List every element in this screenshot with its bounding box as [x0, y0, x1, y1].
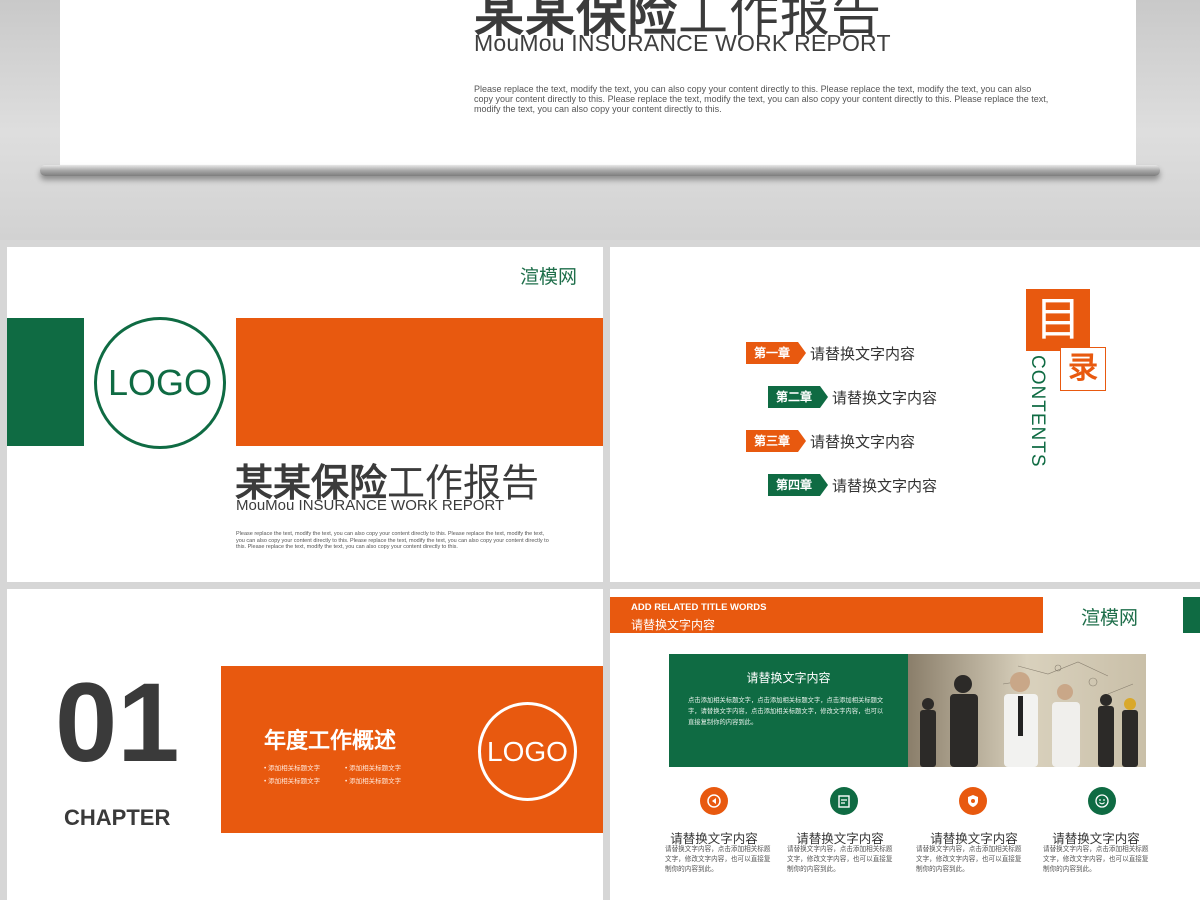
brand-label: 渲模网	[520, 267, 578, 288]
bullet-text: 添加相关标题文字	[268, 778, 321, 785]
content-header-cn: 请替换文字内容	[631, 618, 716, 632]
toc-item-2[interactable]: 请替换文字内容	[832, 387, 937, 408]
hero-stand-bar	[40, 165, 1160, 176]
toc-chip-4[interactable]: 第四章	[768, 474, 828, 496]
feature-desc-1: 请替换文字内容，点击添加相关标题文字，修改文字内容，也可以直接复制你的内容到此。	[665, 846, 771, 873]
toc-chip-1[interactable]: 第一章	[746, 342, 806, 364]
chapter-bullet-1: • 添加相关标题文字	[264, 765, 321, 772]
hero-body-text: Please replace the text, modify the text…	[474, 84, 1049, 114]
panel-body: 点击添加相关标题文字，点击添加相关标题文字，点击添加相关标题文字，请替换文字内容…	[688, 697, 884, 726]
chapter-bullet-4: • 添加相关标题文字	[345, 778, 402, 785]
toc-contents-label: CONTENTS	[1027, 355, 1048, 468]
toc-chip-2[interactable]: 第二章	[768, 386, 828, 408]
business-team-photo	[908, 654, 1146, 767]
hero-preview: 某某保险工作报告 MouMou INSURANCE WORK REPORT Pl…	[0, 0, 1200, 240]
toc-item-4[interactable]: 请替换文字内容	[832, 475, 937, 496]
bullet-text: 添加相关标题文字	[349, 778, 402, 785]
bullet-text: 添加相关标题文字	[349, 765, 402, 772]
brand-label: 渲模网	[1081, 608, 1139, 629]
chapter-number: 01	[55, 660, 180, 785]
logo-text: LOGO	[487, 735, 568, 767]
panel-title: 请替换文字内容	[746, 671, 831, 685]
cover-subtitle: MouMou INSURANCE WORK REPORT	[236, 497, 505, 514]
logo-text: LOGO	[107, 362, 213, 403]
green-tab	[1183, 597, 1200, 633]
green-block	[7, 318, 84, 446]
feature-desc-2: 请替换文字内容，点击添加相关标题文字，修改文字内容，也可以直接复制你的内容到此。	[787, 846, 893, 873]
toc-item-3[interactable]: 请替换文字内容	[810, 431, 915, 452]
bullet-text: 添加相关标题文字	[268, 765, 321, 772]
clipboard-icon	[830, 787, 858, 815]
feature-desc-3: 请替换文字内容，点击添加相关标题文字，修改文字内容，也可以直接复制你的内容到此。	[916, 846, 1022, 873]
target-icon	[700, 787, 728, 815]
toc-chip-3[interactable]: 第三章	[746, 430, 806, 452]
feature-desc-4: 请替换文字内容，点击添加相关标题文字，修改文字内容，也可以直接复制你的内容到此。	[1043, 846, 1149, 873]
chapter-bullet-3: • 添加相关标题文字	[264, 778, 321, 785]
cover-body-text: Please replace the text, modify the text…	[236, 531, 549, 550]
chapter-bullet-2: • 添加相关标题文字	[345, 765, 402, 772]
smile-icon	[1088, 787, 1116, 815]
logo-circle: LOGO	[94, 317, 226, 449]
toc-title-2: 录	[1060, 347, 1106, 391]
chapter-heading: 年度工作概述	[264, 728, 397, 753]
slide-chapter[interactable]: 01 CHAPTER 年度工作概述 • 添加相关标题文字 • 添加相关标题文字 …	[7, 589, 603, 900]
slide-toc[interactable]: 目 录 CONTENTS 第一章 请替换文字内容 第二章 请替换文字内容 第三章…	[610, 247, 1200, 582]
toc-title-1: 目	[1035, 293, 1081, 345]
shield-icon	[959, 787, 987, 815]
slide-cover[interactable]: 渲模网 LOGO 某某保险工作报告 MouMou INSURANCE WORK …	[7, 247, 603, 582]
content-header-en: ADD RELATED TITLE WORDS	[631, 602, 767, 613]
chapter-logo-circle: LOGO	[478, 702, 577, 801]
orange-block	[236, 318, 603, 446]
hero-subtitle: MouMou INSURANCE WORK REPORT	[474, 30, 891, 56]
slide-content[interactable]: ADD RELATED TITLE WORDS 请替换文字内容 渲模网 请替换文…	[610, 589, 1200, 900]
chapter-label: CHAPTER	[64, 805, 171, 830]
toc-item-1[interactable]: 请替换文字内容	[810, 343, 915, 364]
